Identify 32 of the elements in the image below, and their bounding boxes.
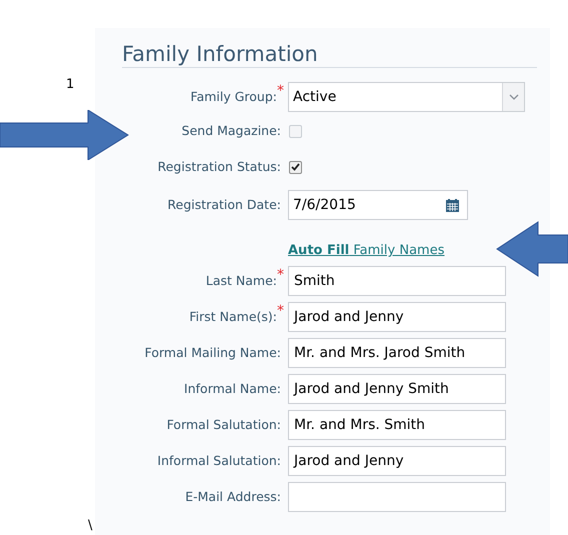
checkbox[interactable] xyxy=(289,124,302,138)
field-label: Registration Date: xyxy=(168,196,281,214)
left-arrow-drawing xyxy=(496,221,568,277)
family-group-dropdown[interactable]: Active xyxy=(288,82,525,112)
text-field[interactable]: Jarod and Jenny xyxy=(288,446,506,476)
field-label: Informal Salutation: xyxy=(157,452,281,470)
field-label: Formal Salutation: xyxy=(166,416,281,434)
required-marker: * xyxy=(277,84,284,97)
required-marker: * xyxy=(277,268,284,281)
stray-mark: \ xyxy=(88,518,92,534)
checkbox[interactable] xyxy=(289,160,302,174)
auto-fill-link[interactable]: Auto Fill Family Names xyxy=(288,241,444,261)
field-label: Informal Name: xyxy=(184,380,281,398)
field-label: Send Magazine: xyxy=(182,122,281,140)
field-label: Formal Mailing Name: xyxy=(144,344,281,362)
text-field[interactable]: Smith xyxy=(288,266,506,296)
page-number: 1 xyxy=(66,76,74,94)
field-label: E-Mail Address: xyxy=(185,488,281,506)
text-field[interactable]: Jarod and Jenny xyxy=(288,302,506,332)
date-field[interactable]: 7/6/2015 xyxy=(288,190,468,220)
required-marker: * xyxy=(277,304,284,317)
section-title: Family Information xyxy=(122,41,318,67)
text-field[interactable]: Mr. and Mrs. Smith xyxy=(288,410,506,440)
text-field[interactable]: Jarod and Jenny Smith xyxy=(288,374,506,404)
field-label: Family Group: xyxy=(190,88,277,106)
field-label: First Name(s): xyxy=(189,308,277,326)
text-field[interactable] xyxy=(288,482,506,512)
calendar-icon[interactable] xyxy=(446,198,459,212)
field-label: Last Name: xyxy=(206,272,277,290)
chevron-down-icon xyxy=(508,94,518,100)
text-field[interactable]: Mr. and Mrs. Jarod Smith xyxy=(288,338,506,368)
field-label: Registration Status: xyxy=(158,158,281,176)
